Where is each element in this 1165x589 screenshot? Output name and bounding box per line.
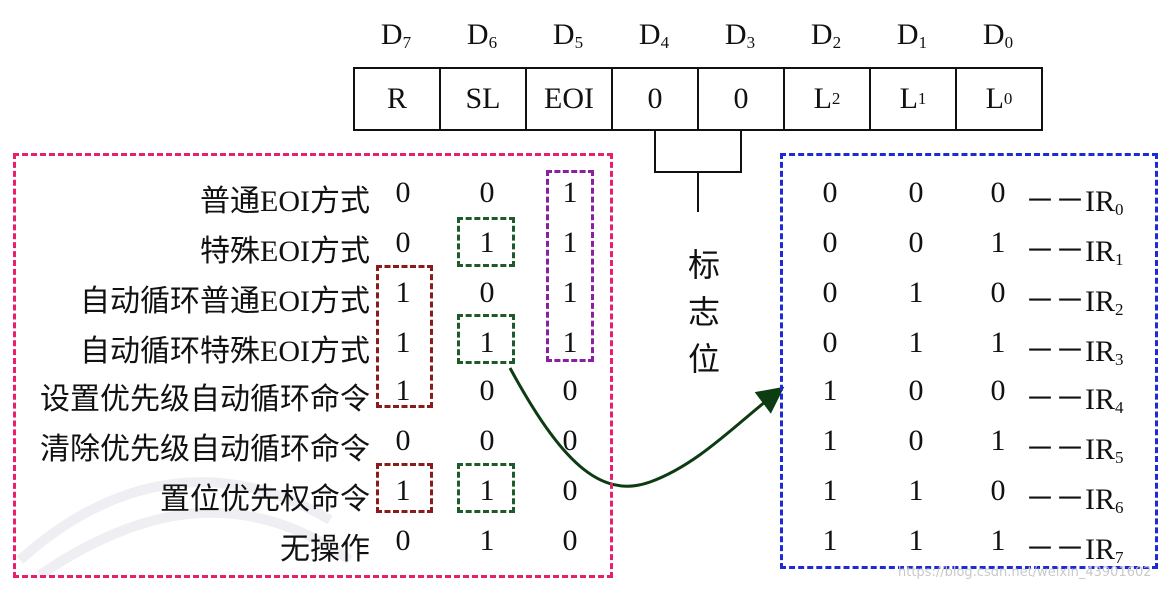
ir-label: －－IR5 (1025, 433, 1124, 467)
value-l2: 0 (822, 326, 838, 359)
ir-label: －－IR7 (1025, 533, 1124, 567)
highlight-box-r-rotate (376, 265, 433, 408)
value-l2: 0 (822, 276, 838, 309)
value-sl: 0 (479, 424, 495, 457)
command-label: 设置优先级自动循环命令 (40, 383, 370, 416)
value-l1: 1 (908, 474, 924, 507)
value-r: 0 (395, 524, 411, 557)
value-l0: 1 (990, 424, 1006, 457)
value-r: 0 (395, 226, 411, 259)
command-label: 无操作 (280, 533, 370, 566)
ir-label: －－IR2 (1025, 285, 1124, 319)
command-label: 置位优先权命令 (160, 483, 370, 516)
value-sl: 0 (479, 276, 495, 309)
ir-label: －－IR3 (1025, 335, 1124, 369)
value-r: 0 (395, 424, 411, 457)
value-l2: 0 (822, 176, 838, 209)
command-label: 自动循环普通EOI方式 (80, 285, 370, 318)
value-l0: 1 (990, 326, 1006, 359)
value-l1: 0 (908, 424, 924, 457)
value-sl: 0 (479, 176, 495, 209)
value-l1: 1 (908, 326, 924, 359)
ir-label: －－IR6 (1025, 483, 1124, 517)
value-sl: 0 (479, 374, 495, 407)
value-l0: 0 (990, 276, 1006, 309)
command-label: 清除优先级自动循环命令 (40, 433, 370, 466)
value-l0: 1 (990, 524, 1006, 557)
value-l0: 0 (990, 474, 1006, 507)
value-l2: 0 (822, 226, 838, 259)
value-l2: 1 (822, 424, 838, 457)
value-l1: 0 (908, 176, 924, 209)
watermark: https://blog.csdn.net/weixin_43901602 (898, 565, 1152, 580)
ir-label: －－IR0 (1025, 185, 1124, 219)
value-l2: 1 (822, 374, 838, 407)
highlight-box-sl-rotate-specific (457, 314, 515, 364)
value-l1: 1 (908, 524, 924, 557)
highlight-box-sl-specific (457, 217, 515, 267)
value-l2: 1 (822, 474, 838, 507)
command-label: 普通EOI方式 (200, 185, 370, 218)
command-label: 自动循环特殊EOI方式 (80, 335, 370, 368)
highlight-box-eoi (546, 170, 594, 362)
value-eoi: 0 (562, 424, 578, 457)
value-l1: 0 (908, 226, 924, 259)
ir-label: －－IR4 (1025, 383, 1124, 417)
value-eoi: 0 (562, 374, 578, 407)
value-r: 0 (395, 176, 411, 209)
ir-label: －－IR1 (1025, 235, 1124, 269)
value-l0: 0 (990, 374, 1006, 407)
highlight-box-sl-set (457, 463, 515, 513)
flag-bracket (654, 131, 742, 212)
command-label: 特殊EOI方式 (200, 235, 370, 268)
flag-char-2: 志 (687, 294, 720, 330)
value-l0: 0 (990, 176, 1006, 209)
highlight-box-r-set (376, 463, 433, 513)
value-eoi: 0 (562, 524, 578, 557)
value-eoi: 0 (562, 474, 578, 507)
value-l1: 0 (908, 374, 924, 407)
flag-char-3: 位 (687, 341, 720, 377)
value-l1: 1 (908, 276, 924, 309)
value-l0: 1 (990, 226, 1006, 259)
value-l2: 1 (822, 524, 838, 557)
value-sl: 1 (479, 524, 495, 557)
flag-char-1: 标 (687, 247, 720, 283)
